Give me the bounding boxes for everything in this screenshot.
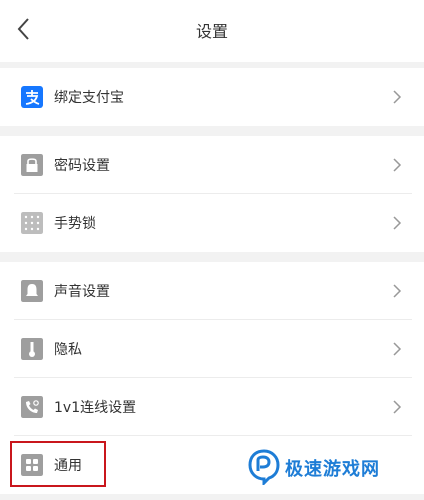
top-bar: 设置 xyxy=(0,0,424,62)
settings-item-sound[interactable]: 声音设置 xyxy=(0,262,424,320)
chevron-right-icon xyxy=(393,342,402,356)
watermark-text: 极速游戏网 xyxy=(285,459,380,480)
chevron-right-icon xyxy=(393,400,402,414)
thermometer-icon xyxy=(21,338,43,360)
alipay-icon xyxy=(21,86,43,108)
dots-grid-icon xyxy=(21,212,43,234)
bell-icon xyxy=(21,280,43,302)
chevron-right-icon xyxy=(393,90,402,104)
chevron-right-icon xyxy=(393,284,402,298)
settings-item-label: 1v1连线设置 xyxy=(54,400,137,416)
settings-item-privacy[interactable]: 隐私 xyxy=(0,320,424,378)
page-title: 设置 xyxy=(195,22,228,41)
settings-item-gesture-lock[interactable]: 手势锁 xyxy=(0,194,424,252)
settings-item-label: 声音设置 xyxy=(54,284,110,300)
watermark: 极速游戏网 xyxy=(247,447,417,487)
section-divider xyxy=(0,126,424,136)
section-divider xyxy=(0,252,424,262)
settings-item-1v1-connect[interactable]: 1v1连线设置 xyxy=(0,378,424,436)
highlight-frame xyxy=(10,441,106,487)
watermark-logo-icon xyxy=(248,449,280,485)
chevron-right-icon xyxy=(393,216,402,230)
settings-item-label: 密码设置 xyxy=(54,158,110,174)
settings-item-password[interactable]: 密码设置 xyxy=(0,136,424,194)
settings-item-label: 手势锁 xyxy=(54,216,96,232)
settings-item-label: 隐私 xyxy=(54,342,82,358)
chevron-right-icon xyxy=(393,158,402,172)
lock-icon xyxy=(21,154,43,176)
settings-item-alipay[interactable]: 绑定支付宝 xyxy=(0,68,424,126)
section-divider xyxy=(0,494,424,500)
phone-connect-icon xyxy=(21,396,43,418)
settings-item-label: 绑定支付宝 xyxy=(54,90,124,106)
